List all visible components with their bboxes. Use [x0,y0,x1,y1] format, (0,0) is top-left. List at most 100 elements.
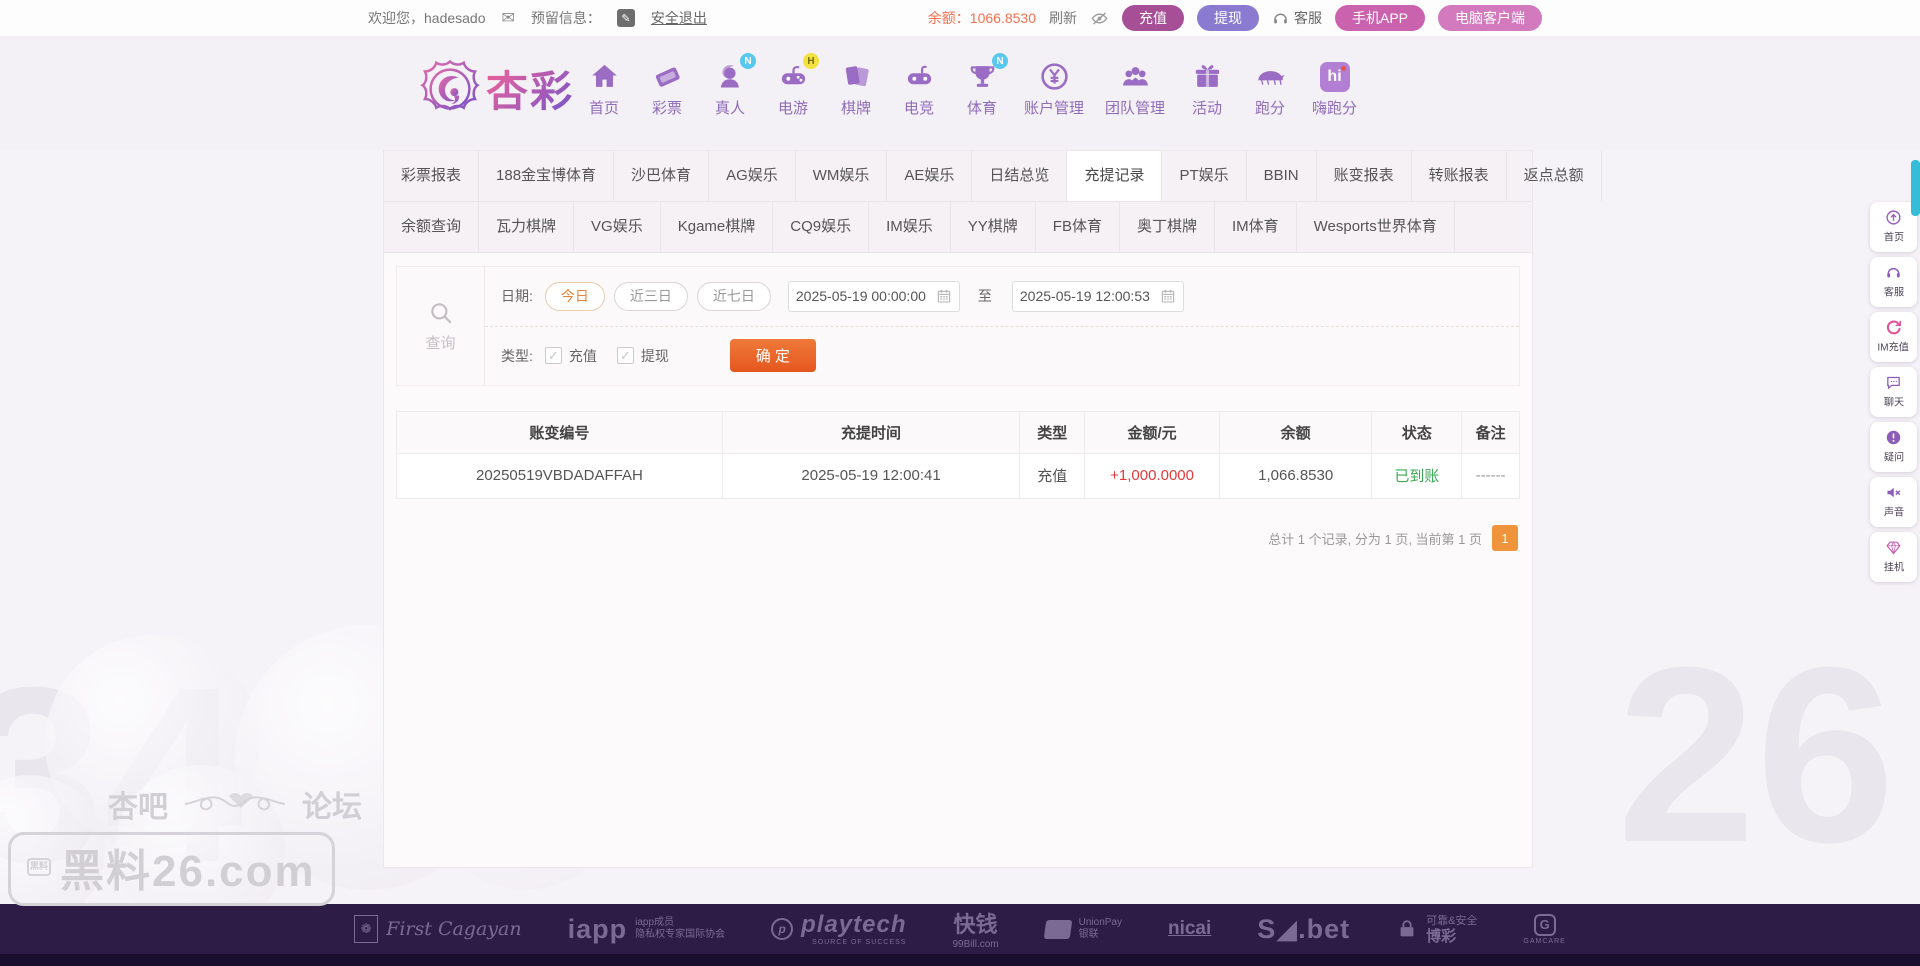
tab-188金宝博体育[interactable]: 188金宝博体育 [479,151,615,201]
logo-name: First Cagayan [386,918,522,940]
logo-subtext: 99Bill.com [952,938,999,950]
nav-item-cards[interactable]: 棋牌 [828,60,884,118]
tab-BBIN[interactable]: BBIN [1247,151,1317,201]
nav-item-gift[interactable]: 活动 [1179,60,1235,118]
side-item-挂机[interactable]: 挂机 [1870,532,1917,582]
tab-IM体育[interactable]: IM体育 [1215,202,1297,252]
confirm-button[interactable]: 确 定 [729,339,816,373]
watermark: 杏吧 论坛 黑料 黑料26.com [8,782,362,906]
stamp-icon: ❁ [354,915,379,943]
side-item-疑问[interactable]: 疑问 [1870,422,1917,472]
chat-bubble-icon [1885,374,1902,391]
nav-item-yuan-coin[interactable]: 账户管理 [1017,60,1091,118]
tab-账变报表[interactable]: 账变报表 [1317,151,1412,201]
pc-client-button[interactable]: 电脑客户端 [1438,5,1542,31]
nav-label: 彩票 [651,100,682,117]
footer-logo-playtech: p playtech SOURCE OF SUCCESS [771,911,906,948]
side-item-声音[interactable]: 声音 [1870,477,1917,527]
watermark-badge: 黑料 [27,858,51,876]
tab-AE娱乐[interactable]: AE娱乐 [887,151,973,201]
range-pill-近七日[interactable]: 近七日 [696,281,771,311]
tab-奥丁棋牌[interactable]: 奥丁棋牌 [1120,202,1215,252]
headset-icon [1272,10,1289,27]
date-filter-row: 日期: 今日 近三日 近七日 2025-05-19 00:00:00 至 2025-… [485,267,1519,327]
eye-off-icon[interactable] [1090,9,1109,28]
tab-彩票报表[interactable]: 彩票报表 [384,151,480,201]
refresh-button[interactable]: 刷新 [1049,8,1077,28]
logout-link[interactable]: 安全退出 [651,8,707,28]
tab-YY棋牌[interactable]: YY棋牌 [951,202,1036,252]
side-item-首页[interactable]: 首页 [1870,202,1917,252]
tab-返点总额[interactable]: 返点总额 [1507,151,1602,201]
tab-PT娱乐[interactable]: PT娱乐 [1162,151,1247,201]
nav-item-rhino[interactable]: 跑分 [1242,60,1298,118]
nav-item-trophy[interactable]: N 体育 [954,53,1010,118]
tab-WM娱乐[interactable]: WM娱乐 [796,151,888,201]
table-header-金额/元: 金额/元 [1084,412,1220,454]
balance-text: 余额：1066.8530 [928,8,1036,28]
table-header-备注: 备注 [1461,412,1519,454]
type-checkbox-提现[interactable]: ✓ 提现 [616,346,669,366]
type-checkbox-充值[interactable]: ✓ 充值 [544,346,597,366]
tab-IM娱乐[interactable]: IM娱乐 [869,202,951,252]
side-item-聊天[interactable]: 聊天 [1870,367,1917,417]
page-button-1[interactable]: 1 [1492,525,1518,551]
footer-logo-secure: 可靠&安全 博彩 [1396,912,1477,947]
tab-CQ9娱乐[interactable]: CQ9娱乐 [773,202,870,252]
side-item-IM充值[interactable]: IM充值 [1870,312,1917,362]
badge-H: H [803,53,819,69]
hi-logo-icon: hi [1319,62,1350,92]
badge-N: N [740,53,756,69]
tab-瓦力棋牌[interactable]: 瓦力棋牌 [479,202,575,252]
tab-日结总览[interactable]: 日结总览 [972,151,1068,201]
date-from-input[interactable]: 2025-05-19 00:00:00 [787,280,960,312]
arrow-up-circle-icon [1885,209,1902,226]
nav-item-team[interactable]: 团队管理 [1098,60,1172,118]
table-header-账变编号: 账变编号 [397,412,723,454]
tab-余额查询[interactable]: 余额查询 [384,202,480,252]
withdraw-button[interactable]: 提现 [1196,5,1259,31]
rhino-icon [1253,60,1287,92]
range-pill-今日[interactable]: 今日 [544,281,605,311]
range-pill-近三日[interactable]: 近三日 [613,281,688,311]
nav-item-esports[interactable]: 电竞 [891,60,947,118]
footer-logo-sbet: S◢.bet [1257,914,1350,945]
logo-name: GAMCARE [1523,937,1566,945]
mail-icon[interactable]: ✉ [502,8,515,28]
sound-muted-icon [1885,484,1902,501]
checkbox-icon: ✓ [544,347,562,365]
tab-转账报表[interactable]: 转账报表 [1412,151,1507,201]
nav-item-live-person[interactable]: N 真人 [702,53,758,118]
site-header: 杏彩 首页 彩票 N 真人 H 电游 棋牌 电竞 N 体育 账户管理 团队管理 活动 跑分 hi 嗨跑分 [0,36,1920,150]
side-item-客服[interactable]: 客服 [1870,257,1917,307]
logo-subtext: UnionPay 银联 [1079,917,1122,942]
badge-N: N [992,53,1008,69]
brand-logo[interactable]: 杏彩 [420,58,574,119]
tab-沙巴体育[interactable]: 沙巴体育 [614,151,710,201]
search-column: 查询 [397,267,485,385]
mobile-app-button[interactable]: 手机APP [1334,5,1425,31]
tab-VG娱乐[interactable]: VG娱乐 [574,202,661,252]
nav-item-hi-logo[interactable]: hi 嗨跑分 [1305,60,1364,118]
date-to-input[interactable]: 2025-05-19 12:00:53 [1011,280,1184,312]
headset-icon [1885,264,1902,281]
tab-Wesports世界体育[interactable]: Wesports世界体育 [1297,202,1455,252]
to-label: 至 [977,288,992,305]
tab-充提记录[interactable]: 充提记录 [1067,151,1163,201]
tab-AG娱乐[interactable]: AG娱乐 [709,151,796,201]
deposit-button[interactable]: 充值 [1121,5,1184,31]
topbar: 欢迎您，hadesado ✉ 预留信息： ✎ 安全退出 余额：1066.8530… [0,0,1920,36]
nav-item-home[interactable]: 首页 [576,60,632,118]
logo-name: iapp [567,913,628,944]
nav-item-ticket[interactable]: 彩票 [639,60,695,118]
edit-icon[interactable]: ✎ [616,9,635,27]
esports-icon [902,60,936,92]
hi-logo-icon: hi [1318,60,1352,92]
nav-item-gamepad[interactable]: H 电游 [765,53,821,118]
scrollbar-thumb[interactable] [1911,160,1920,216]
tab-Kgame棋牌[interactable]: Kgame棋牌 [661,202,774,252]
tab-FB体育[interactable]: FB体育 [1036,202,1120,252]
nav-label: 跑分 [1255,100,1286,117]
customer-service-link[interactable]: 客服 [1272,8,1322,28]
lock-icon [1396,918,1418,940]
